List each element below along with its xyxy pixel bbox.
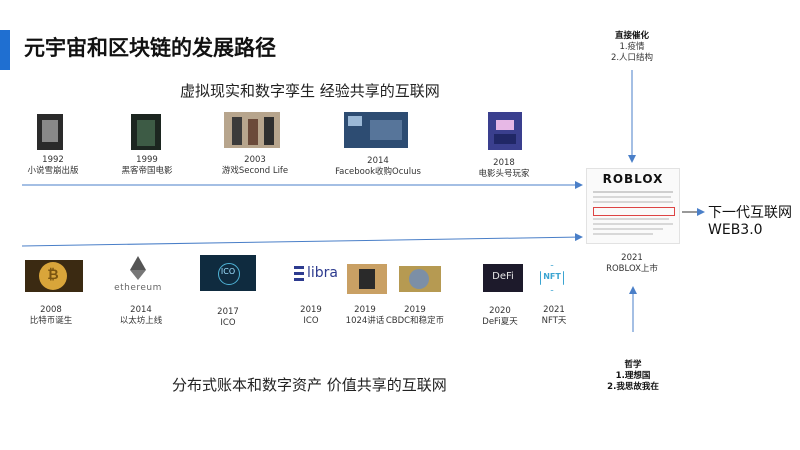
- defi-image: DeFi: [483, 264, 523, 292]
- matrix-poster: [131, 114, 161, 150]
- event-2020: 2020 DeFi夏天: [482, 306, 518, 327]
- oculus-photo: [344, 112, 408, 148]
- roblox-logo: ROBLOX: [602, 172, 664, 186]
- bottom-track-arrow: [21, 233, 583, 247]
- event-2014-oculus: 2014 Facebook收购Oculus: [335, 156, 421, 177]
- top-track-subtitle: 虚拟现实和数字孪生 经验共享的互联网: [180, 82, 440, 100]
- event-2014-ethereum: 2014 以太坊上线: [119, 305, 163, 326]
- event-2019-speech: 2019 1024讲话: [345, 305, 385, 326]
- event-2019-libra: 2019 ICO: [300, 305, 322, 326]
- future-internet-label: 下一代互联网 WEB3.0: [708, 205, 792, 238]
- event-2019-cbdc: 2019 CBDC和稳定币: [385, 305, 445, 326]
- bottom-track-subtitle: 分布式账本和数字资产 价值共享的互联网: [172, 376, 447, 394]
- libra-logo: libra: [294, 264, 342, 284]
- cbdc-image: [399, 266, 441, 292]
- catalyst-note: 直接催化 1.疫情 2.人口结构: [610, 31, 654, 63]
- event-2017: 2017 ICO: [217, 307, 239, 328]
- snow-crash-cover: [37, 114, 63, 150]
- event-2021-roblox: 2021 ROBLOX上市: [606, 253, 658, 274]
- speech-1024-photo: [347, 264, 387, 294]
- event-2003: 2003 游戏Second Life: [221, 155, 289, 176]
- event-1992: 1992 小说雪崩出版: [27, 155, 79, 176]
- event-2018: 2018 电影头号玩家: [478, 158, 530, 179]
- event-2021-nft: 2021 NFT天: [541, 305, 567, 326]
- ready-player-one-poster: [488, 112, 522, 150]
- philosophy-note: 哲学 1.理想国 2.我思故我在: [607, 360, 659, 392]
- event-1999: 1999 黑客帝国电影: [121, 155, 173, 176]
- ico-image: ICO: [200, 255, 256, 291]
- ethereum-logo: ethereum: [108, 254, 168, 294]
- bitcoin-image: ₿: [25, 260, 83, 292]
- event-2008: 2008 比特币诞生: [29, 305, 73, 326]
- nft-logo: NFT: [537, 263, 567, 293]
- second-life-photo: [224, 112, 280, 148]
- roblox-document: ROBLOX: [586, 168, 680, 244]
